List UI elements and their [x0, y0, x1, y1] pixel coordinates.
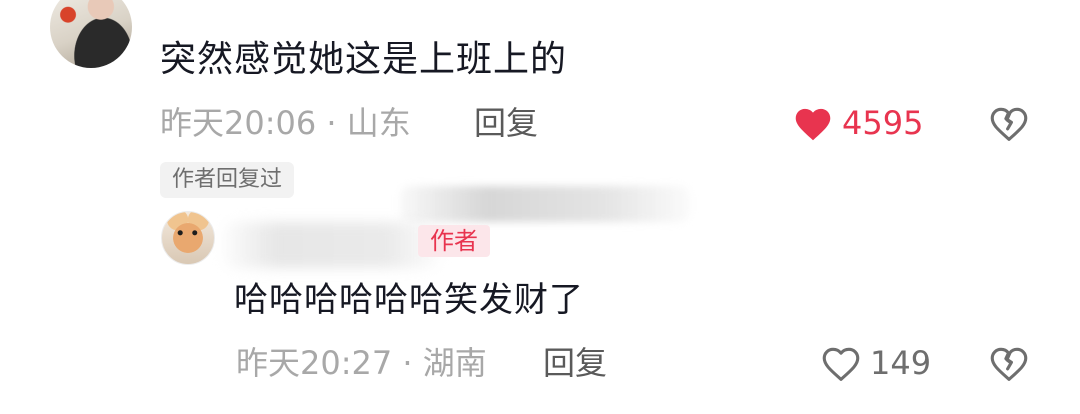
- author-replied-tag: 作者回复过: [160, 162, 295, 198]
- reply-dislike-button[interactable]: [988, 344, 1030, 382]
- comment-like-button[interactable]: [792, 104, 834, 142]
- reply-like-button[interactable]: [820, 344, 862, 382]
- reply-reply-button[interactable]: 回复: [543, 341, 607, 385]
- comment-reply-button[interactable]: 回复: [474, 101, 538, 145]
- comment-text: 突然感觉她这是上班上的: [160, 39, 568, 80]
- comment-dislike-button[interactable]: [988, 104, 1030, 142]
- reply-time-location: 昨天20:27 · 湖南: [236, 344, 487, 382]
- author-badge: 作者: [418, 225, 490, 257]
- comment-time-location: 昨天20:06 · 山东: [160, 104, 411, 142]
- replier-avatar[interactable]: [161, 211, 215, 265]
- redacted-reply-target: [400, 186, 690, 222]
- broken-heart-icon: [990, 347, 1028, 381]
- heart-filled-icon: [795, 108, 831, 141]
- redacted-replier-name: [222, 222, 442, 268]
- comment-like-count: 4595: [842, 104, 924, 142]
- heart-outline-icon: [822, 347, 860, 381]
- reply-like-count: 149: [870, 344, 932, 382]
- commenter-avatar[interactable]: [50, 0, 132, 68]
- reply-text: 哈哈哈哈哈哈笑发财了: [234, 280, 584, 320]
- broken-heart-icon: [990, 107, 1028, 141]
